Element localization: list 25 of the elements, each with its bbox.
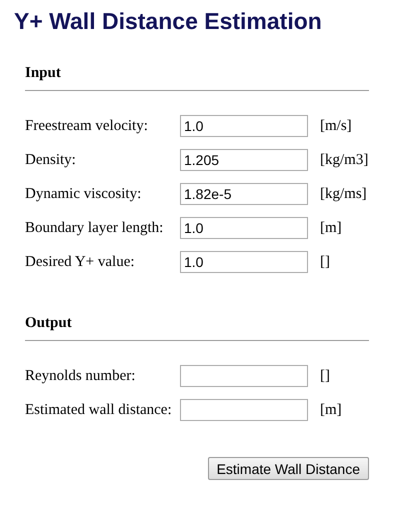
- estimate-button[interactable]: Estimate Wall Distance: [208, 457, 369, 480]
- input-field[interactable]: 1.205: [180, 149, 308, 171]
- section-heading: Input: [25, 65, 369, 91]
- unit-label: []: [320, 254, 330, 270]
- unit-label: [kg/m3]: [320, 152, 368, 168]
- unit-label: [m]: [320, 220, 342, 236]
- input-field[interactable]: [180, 399, 308, 421]
- field-label: Freestream velocity:: [25, 118, 149, 134]
- unit-label: [m/s]: [320, 118, 352, 134]
- field-label: Desired Y+ value:: [25, 254, 136, 270]
- input-field[interactable]: 1.0: [180, 217, 308, 239]
- unit-label: []: [320, 368, 330, 384]
- input-field[interactable]: 1.82e-5: [180, 183, 308, 205]
- input-field[interactable]: 1.0: [180, 115, 308, 137]
- field-label: Reynolds number:: [25, 368, 136, 384]
- field-label: Boundary layer length:: [25, 220, 164, 236]
- page-title: Y+ Wall Distance Estimation: [14, 8, 323, 35]
- field-label: Density:: [25, 152, 77, 168]
- field-label: Estimated wall distance:: [25, 402, 173, 418]
- input-field[interactable]: [180, 365, 308, 387]
- field-label: Dynamic viscosity:: [25, 186, 142, 202]
- unit-label: [kg/ms]: [320, 186, 367, 202]
- unit-label: [m]: [320, 402, 342, 418]
- input-field[interactable]: 1.0: [180, 251, 308, 273]
- section-heading: Output: [25, 315, 369, 341]
